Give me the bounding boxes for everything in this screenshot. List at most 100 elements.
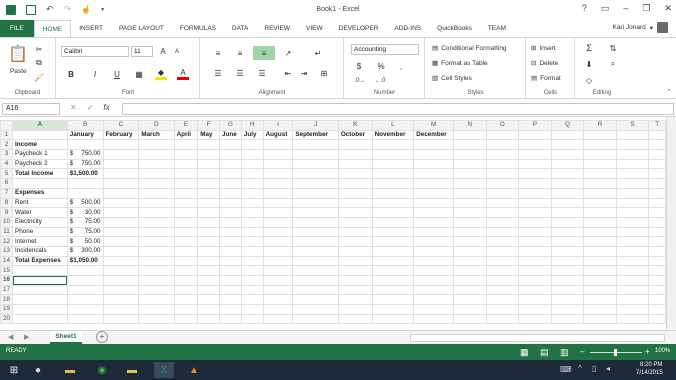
cell-O12[interactable]	[485, 236, 520, 247]
cell-P2[interactable]	[518, 139, 552, 151]
cell-O6[interactable]	[485, 178, 520, 189]
cell-H2[interactable]	[240, 139, 264, 151]
column-header[interactable]: T	[648, 120, 666, 131]
cell-P1[interactable]	[518, 129, 552, 141]
cell-J12[interactable]	[292, 236, 339, 247]
name-box[interactable]: A16	[2, 103, 60, 115]
cell-J10[interactable]	[292, 216, 339, 228]
cell-B17[interactable]	[66, 284, 104, 296]
cell-P3[interactable]	[518, 149, 552, 160]
cell-J4[interactable]	[292, 158, 339, 170]
cell-D14[interactable]	[138, 255, 175, 267]
cell-F14[interactable]	[197, 255, 221, 267]
column-header[interactable]: M	[413, 120, 454, 131]
insert-cells-button[interactable]: ⊞ Insert	[531, 44, 556, 53]
cell-A4[interactable]: Paycheck 2	[12, 158, 68, 170]
cell-L18[interactable]	[371, 294, 415, 306]
cell-A10[interactable]: Electricity	[12, 216, 68, 228]
cell-D3[interactable]	[138, 149, 175, 160]
cell-A1[interactable]	[12, 129, 68, 141]
cell-G2[interactable]	[219, 139, 242, 151]
cell-Q1[interactable]	[550, 129, 585, 141]
cell-C18[interactable]	[102, 294, 140, 306]
cell-H11[interactable]	[240, 226, 264, 238]
currency-button[interactable]: $	[353, 60, 365, 72]
cell-M12[interactable]	[413, 236, 454, 247]
column-header[interactable]: H	[240, 120, 264, 131]
cell-M16[interactable]	[413, 275, 454, 286]
cell-I13[interactable]	[262, 245, 294, 257]
cell-T12[interactable]	[648, 236, 666, 247]
cell-N8[interactable]	[452, 197, 487, 209]
cell-K14[interactable]	[337, 255, 373, 267]
cell-I5[interactable]	[262, 168, 294, 180]
cell-A12[interactable]: Internet	[12, 236, 68, 247]
sheet-tab-sheet1[interactable]: Sheet1	[50, 331, 82, 344]
number-format-select[interactable]: Accounting	[351, 44, 419, 55]
cell-C3[interactable]	[102, 149, 140, 160]
cell-C4[interactable]	[102, 158, 140, 170]
cell-K11[interactable]	[337, 226, 373, 238]
row-header[interactable]: 1	[0, 129, 14, 141]
cell-R6[interactable]	[583, 178, 617, 189]
cell-F13[interactable]	[197, 245, 221, 257]
cell-N14[interactable]	[452, 255, 487, 267]
tab-home[interactable]: HOME	[33, 20, 72, 37]
cell-D17[interactable]	[138, 284, 175, 296]
cell-D9[interactable]	[138, 207, 175, 218]
cell-S14[interactable]	[615, 255, 650, 267]
format-painter-icon[interactable]: 🖌	[34, 72, 44, 82]
column-header[interactable]: F	[197, 120, 221, 131]
cell-M15[interactable]	[413, 265, 454, 276]
cell-D12[interactable]	[138, 236, 175, 247]
row-header[interactable]: 14	[0, 255, 14, 267]
cell-I12[interactable]	[262, 236, 294, 247]
cell-L5[interactable]	[371, 168, 415, 180]
cell-H3[interactable]	[240, 149, 264, 160]
cell-T14[interactable]	[648, 255, 666, 267]
cell-R9[interactable]	[583, 207, 617, 218]
cell-I17[interactable]	[262, 284, 294, 296]
cell-B12[interactable]: $50.00	[66, 236, 104, 247]
cell-E11[interactable]	[173, 226, 199, 238]
cell-M11[interactable]	[413, 226, 454, 238]
cell-O13[interactable]	[485, 245, 520, 257]
cell-C12[interactable]	[102, 236, 140, 247]
cell-M5[interactable]	[413, 168, 454, 180]
cell-J19[interactable]	[292, 304, 339, 315]
cell-S18[interactable]	[615, 294, 650, 306]
cell-S15[interactable]	[615, 265, 650, 276]
cell-N12[interactable]	[452, 236, 487, 247]
cell-J5[interactable]	[292, 168, 339, 180]
underline-button[interactable]: U	[111, 68, 123, 80]
cell-N5[interactable]	[452, 168, 487, 180]
cell-T16[interactable]	[648, 275, 666, 286]
cell-C10[interactable]	[102, 216, 140, 228]
cell-S16[interactable]	[615, 275, 650, 286]
cell-Q12[interactable]	[550, 236, 585, 247]
cell-L14[interactable]	[371, 255, 415, 267]
cell-Q11[interactable]	[550, 226, 585, 238]
cell-O19[interactable]	[485, 304, 520, 315]
cell-Q4[interactable]	[550, 158, 585, 170]
cell-N11[interactable]	[452, 226, 487, 238]
cell-L3[interactable]	[371, 149, 415, 160]
column-header[interactable]: N	[452, 120, 487, 131]
cell-H8[interactable]	[240, 197, 264, 209]
cell-T11[interactable]	[648, 226, 666, 238]
cell-G7[interactable]	[219, 187, 242, 199]
cell-G18[interactable]	[219, 294, 242, 306]
cell-G11[interactable]	[219, 226, 242, 238]
cell-G20[interactable]	[219, 313, 242, 325]
cell-R18[interactable]	[583, 294, 617, 306]
sort-filter-icon[interactable]: ⇅	[606, 42, 620, 54]
cell-A18[interactable]	[12, 294, 68, 306]
cell-F5[interactable]	[197, 168, 221, 180]
cell-N4[interactable]	[452, 158, 487, 170]
cell-O1[interactable]	[485, 129, 520, 141]
row-header[interactable]: 3	[0, 149, 14, 160]
tab-view[interactable]: VIEW	[298, 20, 331, 37]
cell-G1[interactable]: June	[219, 129, 242, 141]
cell-E20[interactable]	[173, 313, 199, 325]
insert-function-icon[interactable]: fx	[103, 103, 109, 112]
